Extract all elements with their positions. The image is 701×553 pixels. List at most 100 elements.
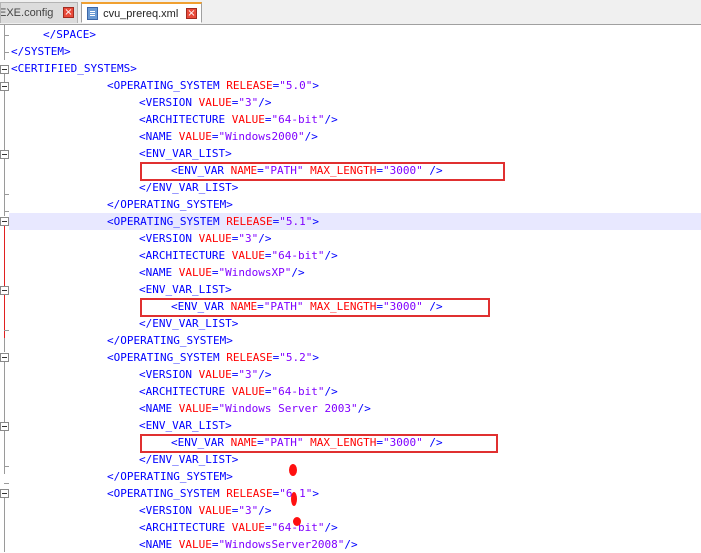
fold-toggle-icon[interactable] (0, 65, 9, 74)
code-line[interactable]: </SPACE> (11, 26, 96, 43)
xml-tag: <OPERATING_SYSTEM (107, 79, 227, 92)
code-text: <OPERATING_SYSTEM RELEASE="6.1"> (107, 487, 319, 500)
highlight-box (140, 434, 498, 453)
code-line[interactable]: <VERSION VALUE="3"/> (11, 366, 271, 383)
xml-value: "64-bit" (271, 113, 325, 126)
code-text: </OPERATING_SYSTEM> (107, 334, 233, 347)
xml-attribute: VALUE (198, 368, 232, 381)
code-line[interactable]: <NAME VALUE="Windows Server 2003"/> (11, 400, 371, 417)
code-line[interactable]: <OPERATING_SYSTEM RELEASE="5.2"> (11, 349, 319, 366)
code-line[interactable]: <NAME VALUE="WindowsServer2008"/> (11, 536, 358, 553)
code-line[interactable]: <OPERATING_SYSTEM RELEASE="5.0"> (11, 77, 319, 94)
code-line[interactable]: </ENV_VAR_LIST> (11, 315, 238, 332)
code-text: <ENV_VAR_LIST> (139, 283, 232, 296)
fold-toggle-icon[interactable] (0, 422, 9, 431)
code-line[interactable]: </OPERATING_SYSTEM> (11, 196, 233, 213)
xml-value: "WindowsXP" (218, 266, 292, 279)
code-text: </SPACE> (43, 28, 96, 41)
xml-tag: <NAME (139, 130, 179, 143)
xml-value: "5.2" (279, 351, 313, 364)
xml-tag: <VERSION (139, 232, 199, 245)
code-line[interactable]: </OPERATING_SYSTEM> (11, 468, 233, 485)
code-text: </SYSTEM> (11, 45, 71, 58)
code-line[interactable]: <NAME VALUE="WindowsXP"/> (11, 264, 305, 281)
xml-attribute: RELEASE (226, 79, 273, 92)
code-line[interactable]: <ARCHITECTURE VALUE="64-bit"/> (11, 247, 338, 264)
fold-toggle-icon[interactable] (0, 150, 9, 159)
fold-toggle-icon[interactable] (0, 286, 9, 295)
xml-value: "Windows Server 2003" (218, 402, 358, 415)
tab-label: EXE.config (0, 7, 54, 19)
fold-toggle-icon[interactable] (0, 353, 9, 362)
code-line[interactable]: <ENV_VAR_LIST> (11, 281, 232, 298)
code-line[interactable]: <ARCHITECTURE VALUE="64-bit"/> (11, 111, 338, 128)
code-line[interactable]: <CERTIFIED_SYSTEMS> (11, 60, 137, 77)
code-line[interactable]: <VERSION VALUE="3"/> (11, 502, 271, 519)
code-line[interactable]: <ENV_VAR_LIST> (11, 145, 232, 162)
xml-tag: > (312, 351, 319, 364)
xml-tag: <NAME (139, 538, 179, 551)
xml-tag: = (211, 130, 219, 143)
tab-exe-config[interactable]: EXE.config × (0, 2, 78, 23)
code-line[interactable]: </ENV_VAR_LIST> (11, 451, 238, 468)
xml-tag: </ENV_VAR_LIST> (139, 181, 239, 194)
close-icon[interactable]: × (63, 7, 74, 18)
code-text: </OPERATING_SYSTEM> (107, 198, 233, 211)
xml-tag: </SPACE> (43, 28, 96, 41)
fold-toggle-icon[interactable] (0, 217, 9, 226)
code-line[interactable]: <ARCHITECTURE VALUE="64-bit"/> (11, 383, 338, 400)
xml-value: "WindowsServer2008" (218, 538, 345, 551)
xml-tag: <ARCHITECTURE (139, 385, 232, 398)
xml-tag: <VERSION (139, 96, 199, 109)
code-line[interactable]: <ARCHITECTURE VALUE="64-bit"/> (11, 519, 338, 536)
xml-attribute: VALUE (178, 402, 212, 415)
xml-tag: </ENV_VAR_LIST> (139, 453, 239, 466)
xml-tag: <ARCHITECTURE (139, 113, 232, 126)
xml-value: "64-bit" (271, 385, 325, 398)
code-text: </ENV_VAR_LIST> (139, 181, 238, 194)
xml-value: "3" (238, 504, 259, 517)
code-line[interactable]: </OPERATING_SYSTEM> (11, 332, 233, 349)
code-text: <VERSION VALUE="3"/> (139, 504, 271, 517)
code-text: <VERSION VALUE="3"/> (139, 368, 271, 381)
code-line[interactable]: <VERSION VALUE="3"/> (11, 230, 271, 247)
xml-value: "5.0" (279, 79, 313, 92)
code-line[interactable]: </SYSTEM> (11, 43, 71, 60)
code-line[interactable]: <NAME VALUE="Windows2000"/> (11, 128, 318, 145)
code-text: <ARCHITECTURE VALUE="64-bit"/> (139, 113, 338, 126)
xml-tag: /> (258, 368, 272, 381)
xml-tag: /> (291, 266, 305, 279)
code-line[interactable]: </ENV_VAR_LIST> (11, 179, 238, 196)
xml-attribute: VALUE (198, 504, 232, 517)
code-text: <VERSION VALUE="3"/> (139, 232, 271, 245)
xml-attribute: VALUE (231, 385, 265, 398)
code-text: <OPERATING_SYSTEM RELEASE="5.2"> (107, 351, 319, 364)
xml-tag: /> (304, 130, 318, 143)
fold-toggle-icon[interactable] (0, 489, 9, 498)
close-icon[interactable]: × (186, 8, 197, 19)
xml-tag: </OPERATING_SYSTEM> (107, 198, 233, 211)
code-text: </ENV_VAR_LIST> (139, 453, 238, 466)
code-line[interactable]: <OPERATING_SYSTEM RELEASE="5.1"> (9, 213, 701, 230)
code-line[interactable]: <ENV_VAR_LIST> (11, 417, 232, 434)
fold-toggle-icon[interactable] (0, 82, 9, 91)
xml-tag: = (211, 266, 219, 279)
xml-tag: /> (324, 521, 338, 534)
code-text: </OPERATING_SYSTEM> (107, 470, 233, 483)
highlight-box (140, 162, 505, 181)
code-text: <ENV_VAR_LIST> (139, 419, 232, 432)
code-line[interactable]: <OPERATING_SYSTEM RELEASE="6.1"> (11, 485, 319, 502)
code-line[interactable]: <VERSION VALUE="3"/> (11, 94, 271, 111)
xml-tag: </OPERATING_SYSTEM> (107, 334, 233, 347)
code-text: <NAME VALUE="WindowsServer2008"/> (139, 538, 358, 551)
code-editor[interactable]: </SPACE> </SYSTEM> <CERTIFIED_SYSTEMS> <OPE… (0, 25, 701, 552)
tab-cvu-prereq-xml[interactable]: cvu_prereq.xml × (81, 2, 202, 23)
code-text: <CERTIFIED_SYSTEMS> (11, 62, 137, 75)
xml-tag: /> (258, 232, 272, 245)
xml-attribute: RELEASE (226, 215, 273, 228)
xml-value: "Windows2000" (218, 130, 305, 143)
xml-tag: <ENV_VAR_LIST> (139, 419, 232, 432)
code-text: <ARCHITECTURE VALUE="64-bit"/> (139, 385, 338, 398)
xml-attribute: VALUE (231, 521, 265, 534)
xml-tag: </SYSTEM> (11, 45, 71, 58)
